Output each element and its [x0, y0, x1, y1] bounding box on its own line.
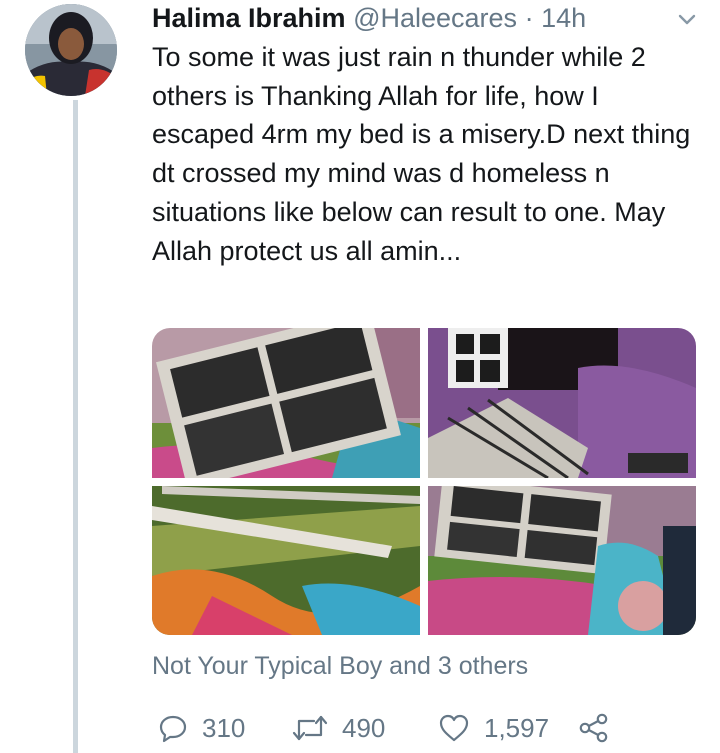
avatar-image [25, 4, 117, 96]
tweet-actions: 310 490 1,597 [152, 708, 622, 748]
tweet-header: Halima Ibrahim @Haleecares · 14h [152, 2, 692, 34]
like-button[interactable]: 1,597 [438, 708, 549, 748]
reply-icon [159, 715, 187, 743]
retweet-button[interactable]: 490 [292, 708, 385, 748]
retweet-count: 490 [342, 712, 386, 743]
share-button[interactable] [578, 708, 610, 748]
chevron-down-icon [678, 14, 696, 25]
photo-4[interactable] [428, 486, 696, 635]
header-separator: · [524, 3, 534, 33]
author-handle[interactable]: @Haleecares [353, 3, 517, 33]
more-options-button[interactable] [676, 8, 698, 30]
author-avatar[interactable] [25, 4, 117, 96]
photo-1[interactable] [152, 328, 420, 478]
author-name[interactable]: Halima Ibrahim [152, 3, 346, 33]
tweet-text: To some it was just rain n thunder while… [152, 42, 698, 266]
media-grid [152, 328, 696, 635]
like-icon [439, 714, 469, 742]
reply-button[interactable]: 310 [158, 708, 245, 748]
reply-count: 310 [202, 712, 246, 743]
thread-line [73, 100, 78, 753]
photo-2[interactable] [428, 328, 696, 478]
photo-3[interactable] [152, 486, 420, 635]
like-count: 1,597 [484, 712, 550, 743]
retweet-icon [292, 715, 328, 741]
liked-by-summary[interactable]: Not Your Typical Boy and 3 others [152, 650, 528, 682]
tweet-time[interactable]: 14h [541, 3, 586, 33]
share-icon [579, 713, 608, 743]
